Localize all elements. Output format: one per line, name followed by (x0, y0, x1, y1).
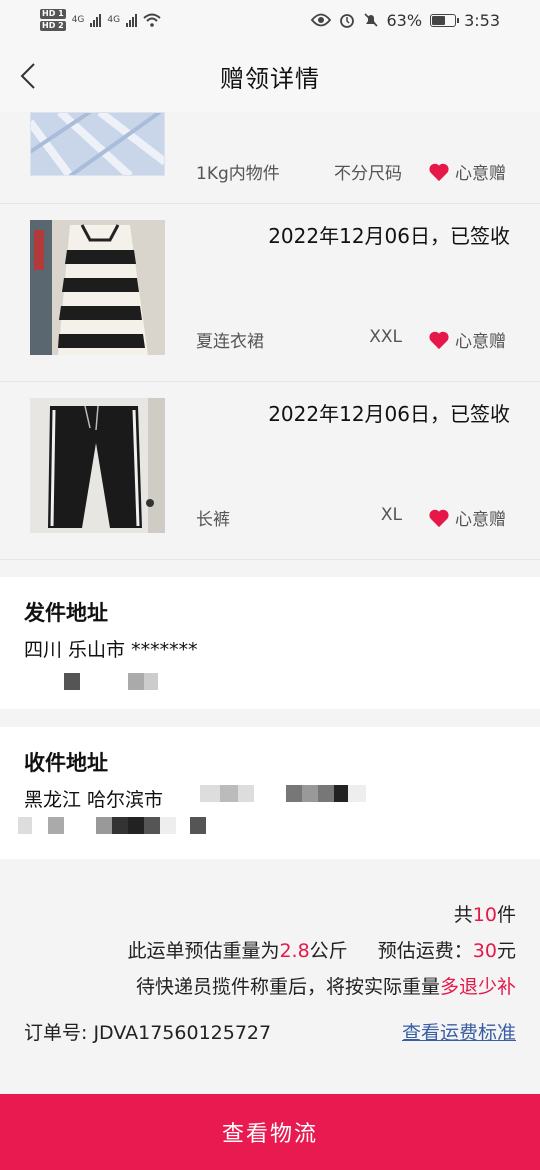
weight-prefix: 此运单预估重量为 (127, 940, 280, 962)
item-name: 1Kg内物件 (196, 164, 280, 184)
item-tag: 心意赠 (428, 159, 506, 184)
status-right: 63% 3:53 (310, 10, 500, 30)
item-tag-label: 心意赠 (455, 332, 506, 352)
note-highlight: 多退少补 (439, 976, 516, 998)
fee-value: 30 (472, 940, 497, 962)
heart-icon (429, 509, 449, 527)
count-prefix: 共 (453, 904, 473, 926)
nav-bar: 赠领详情 (0, 40, 540, 112)
hd-indicators: HD 1 HD 2 (40, 8, 66, 32)
sender-address-text: 四川 乐山市 ******* (24, 639, 198, 661)
hd-1-label: HD 1 (40, 9, 66, 19)
item-tag-label: 心意赠 (455, 510, 506, 530)
item-size: XL (380, 505, 402, 525)
order-number: 订单号: JDVA17560125727 (24, 1018, 271, 1045)
item-size: 不分尺码 (334, 164, 402, 184)
item-tag-label: 心意赠 (455, 164, 506, 184)
order-value: JDVA17560125727 (93, 1022, 272, 1044)
shipping-summary: 共10件 此运单预估重量为2.8公斤 预估运费：30元 待快递员揽件称重后，将按… (0, 878, 540, 1093)
item-date: 2022年12月06日，已签收 (268, 402, 510, 426)
heart-icon (429, 163, 449, 181)
network-type-2: 4G (107, 15, 121, 25)
list-item[interactable]: 2022年12月06日，已签收 夏连衣裙 XXL 心意赠 (0, 204, 540, 382)
battery-icon (430, 13, 460, 27)
heart-icon (429, 331, 449, 349)
sender-address-label: 发件地址 (24, 601, 108, 625)
alarm-icon (339, 14, 354, 28)
item-name: 夏连衣裙 (196, 332, 264, 352)
fee-standard-link[interactable]: 查看运费标准 (402, 1018, 516, 1045)
count-suffix: 件 (496, 904, 516, 926)
weight-and-fee: 此运单预估重量为2.8公斤 预估运费：30元 (127, 936, 516, 963)
item-count: 共10件 (454, 900, 516, 927)
item-meta: 夏连衣裙 XXL 心意赠 (196, 327, 510, 352)
item-tag: 心意赠 (428, 327, 506, 352)
receiver-address-label: 收件地址 (24, 751, 108, 775)
network-indicators: HD 1 HD 2 4G 4G (40, 8, 161, 32)
mute-icon (363, 13, 378, 27)
note-prefix: 待快递员揽件称重后，将按实际重量 (135, 976, 440, 998)
fee-unit: 元 (496, 940, 516, 962)
list-item[interactable]: 2022年12月06日，已签收 长裤 XL 心意赠 (0, 382, 540, 560)
chevron-left-icon[interactable] (12, 58, 48, 94)
redacted-block (24, 673, 164, 690)
item-tag: 心意赠 (428, 505, 506, 530)
signal-icon (126, 13, 138, 27)
item-size: XXL (369, 327, 402, 347)
item-meta: 长裤 XL 心意赠 (196, 505, 510, 530)
clock: 3:53 (464, 10, 500, 30)
redacted-block (18, 817, 218, 834)
view-logistics-button[interactable]: 查看物流 (0, 1094, 540, 1170)
receiver-address-card: 收件地址 黑龙江 哈尔滨市 (0, 727, 540, 859)
eye-icon (310, 13, 331, 27)
weight-unit: 公斤 (309, 940, 348, 962)
signal-icon (90, 13, 102, 27)
sender-address-card: 发件地址 四川 乐山市 ******* (0, 577, 540, 709)
weight-note: 待快递员揽件称重后，将按实际重量多退少补 (136, 972, 516, 999)
page-title: 赠领详情 (220, 64, 320, 93)
weight-value: 2.8 (279, 940, 310, 962)
count-value: 10 (472, 904, 497, 926)
hd-2-label: HD 2 (40, 21, 66, 31)
item-name: 长裤 (196, 510, 230, 530)
battery-percent: 63% (386, 10, 423, 30)
battery-fill (432, 15, 446, 25)
redacted-block (180, 785, 370, 802)
list-item[interactable]: 1Kg内物件 不分尺码 心意赠 (0, 112, 540, 204)
item-image-pants (30, 398, 165, 533)
item-image-dress (30, 220, 165, 355)
item-date: 2022年12月06日，已签收 (268, 224, 510, 248)
status-bar: HD 1 HD 2 4G 4G 63% 3:53 (0, 0, 540, 40)
wifi-icon (143, 13, 161, 27)
fee-prefix: 预估运费： (377, 940, 473, 962)
network-type-1: 4G (71, 15, 85, 25)
order-label: 订单号: (24, 1022, 88, 1044)
item-image-blanket (30, 112, 165, 176)
item-meta: 1Kg内物件 不分尺码 心意赠 (196, 159, 510, 184)
